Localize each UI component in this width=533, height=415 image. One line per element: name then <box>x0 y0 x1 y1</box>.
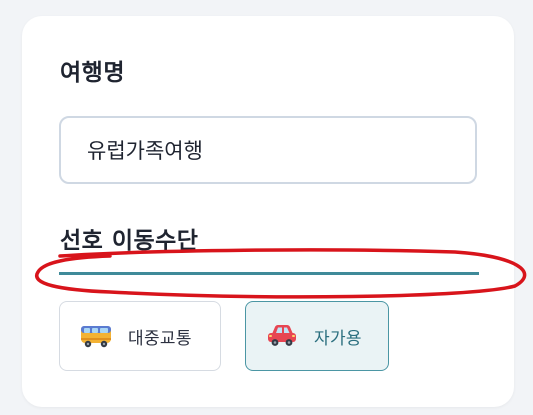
transport-option-label: 대중교통 <box>128 328 192 349</box>
trip-name-label: 여행명 <box>60 60 125 86</box>
section-underline <box>59 272 479 275</box>
car-icon <box>268 325 296 346</box>
transport-label: 선호 이동수단 <box>60 228 199 254</box>
trip-name-input[interactable] <box>59 116 477 184</box>
bus-icon <box>81 326 111 348</box>
trip-form-card: 여행명 선호 이동수단 대중교통 <box>22 16 514 407</box>
transport-option-car[interactable]: 자가용 <box>245 301 389 371</box>
transport-option-public-transit[interactable]: 대중교통 <box>59 301 221 371</box>
transport-option-label: 자가용 <box>314 328 362 349</box>
